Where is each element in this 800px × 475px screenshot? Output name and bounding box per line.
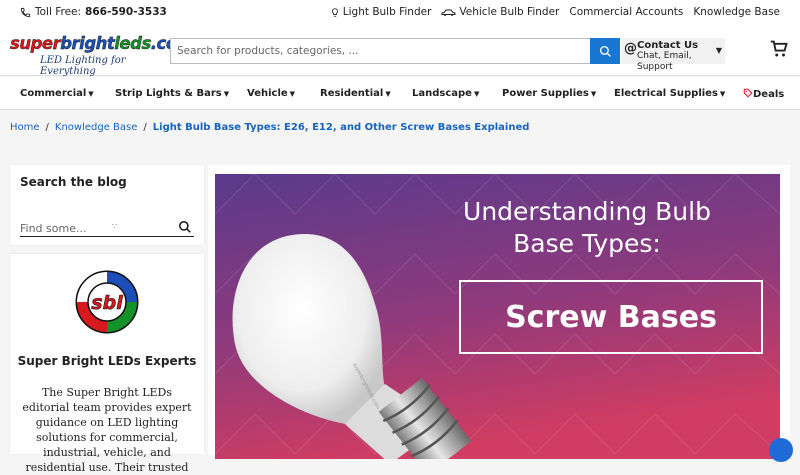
breadcrumb-separator: / <box>143 122 147 133</box>
light-bulb-finder-link[interactable]: Light Bulb Finder <box>330 6 432 18</box>
contact-subtitle: Chat, Email, Support <box>637 51 692 72</box>
search-input[interactable] <box>171 39 591 63</box>
toll-free-label: Toll Free: <box>35 6 82 18</box>
blog-search-panel: Search the blog ∵ <box>10 165 204 245</box>
author-description: The Super Bright LEDs editorial team pro… <box>22 386 192 474</box>
light-bulb-finder-label: Light Bulb Finder <box>342 6 432 18</box>
contact-title: Contact Us <box>637 40 699 51</box>
logo-tagline: LED Lighting for Everything <box>40 55 126 77</box>
nav-label: Residential <box>320 88 384 99</box>
lightbulb-icon <box>331 7 338 17</box>
breadcrumb-home[interactable]: Home <box>10 122 40 133</box>
nav-label: Landscape <box>412 88 472 99</box>
chevron-down-icon: ▼ <box>715 46 722 55</box>
logo-wordmark: superbrightleds.com <box>10 34 194 53</box>
cart-button[interactable] <box>770 40 788 62</box>
chevron-down-icon: ▼ <box>289 90 296 98</box>
nav-item-vehicle[interactable]: Vehicle ▼ <box>247 88 295 99</box>
chevron-down-icon: ▼ <box>223 90 230 98</box>
utility-bar: Toll Free: 866-590-3533 Light Bulb Finde… <box>0 0 800 26</box>
loading-spinner-icon: ∵ <box>112 222 118 231</box>
hero-heading: Understanding Bulb Base Types: <box>463 197 711 258</box>
blog-search-input[interactable] <box>20 219 170 238</box>
contact-us-dropdown[interactable]: @ Contact Us Chat, Email, Support ▼ <box>621 38 725 72</box>
vehicle-bulb-finder-link[interactable]: Vehicle Bulb Finder <box>441 6 559 18</box>
svg-text:sbl: sbl <box>91 292 123 314</box>
nav-label: Vehicle <box>247 88 288 99</box>
nav-item-residential[interactable]: Residential ▼ <box>320 88 391 99</box>
nav-item-power-supplies[interactable]: Power Supplies ▼ <box>502 88 596 99</box>
chevron-down-icon: ▼ <box>88 90 94 98</box>
search-icon[interactable] <box>178 220 192 234</box>
site-header: superbrightleds.com LED Lighting for Eve… <box>0 26 800 77</box>
nav-item-deals[interactable]: Deals <box>743 88 784 100</box>
car-icon <box>441 9 456 16</box>
nav-label: Strip Lights & Bars <box>115 88 222 99</box>
toll-free-phone[interactable]: Toll Free: 866-590-3533 <box>20 6 167 18</box>
article-hero: superbrightleds.com Understanding Bulb B… <box>208 165 790 459</box>
main-nav: Commercial ▼ Strip Lights & Bars ▼ Vehicle… <box>0 77 800 110</box>
search-button[interactable] <box>590 38 620 64</box>
phone-icon <box>20 7 31 17</box>
vehicle-bulb-finder-label: Vehicle Bulb Finder <box>459 6 560 18</box>
nav-item-strip-lights[interactable]: Strip Lights & Bars ▼ <box>115 88 229 99</box>
breadcrumb: Home / Knowledge Base / Light Bulb Base … <box>10 122 529 133</box>
chevron-down-icon: ▼ <box>385 90 391 98</box>
search-icon <box>599 45 611 57</box>
nav-label: Commercial <box>20 88 87 99</box>
hero-image: superbrightleds.com Understanding Bulb B… <box>215 174 780 459</box>
commercial-accounts-link[interactable]: Commercial Accounts <box>569 6 683 18</box>
hero-boxed-text: Screw Bases <box>459 280 763 354</box>
nav-label: Deals <box>753 89 785 100</box>
cart-icon <box>770 40 788 57</box>
site-logo[interactable]: superbrightleds.com LED Lighting for Eve… <box>10 34 194 77</box>
nav-item-commercial[interactable]: Commercial ▼ <box>20 88 94 99</box>
breadcrumb-separator: / <box>45 122 49 133</box>
nav-label: Electrical Supplies <box>614 88 718 99</box>
nav-item-electrical-supplies[interactable]: Electrical Supplies ▼ <box>614 88 725 99</box>
knowledge-base-link[interactable]: Knowledge Base <box>693 6 780 18</box>
chevron-down-icon: ▼ <box>719 90 726 98</box>
at-icon: @ <box>624 41 637 56</box>
nav-item-landscape[interactable]: Landscape ▼ <box>412 88 479 99</box>
phone-number[interactable]: 866-590-3533 <box>85 6 167 18</box>
chat-widget-button[interactable] <box>769 438 793 462</box>
breadcrumb-current[interactable]: Light Bulb Base Types: E26, E12, and Oth… <box>153 122 530 133</box>
breadcrumb-knowledge-base[interactable]: Knowledge Base <box>55 122 138 133</box>
author-panel: sbl Super Bright LEDs Experts The Super … <box>10 254 204 474</box>
blog-search-field: ∵ <box>20 217 194 238</box>
search-bar <box>170 38 620 64</box>
author-title: Super Bright LEDs Experts <box>17 354 197 368</box>
sbl-emblem-logo: sbl <box>75 270 139 334</box>
nav-label: Power Supplies <box>502 88 589 99</box>
chevron-down-icon: ▼ <box>473 90 480 98</box>
tag-icon <box>743 88 753 98</box>
blog-search-title: Search the blog <box>20 175 127 189</box>
chevron-down-icon: ▼ <box>590 90 597 98</box>
